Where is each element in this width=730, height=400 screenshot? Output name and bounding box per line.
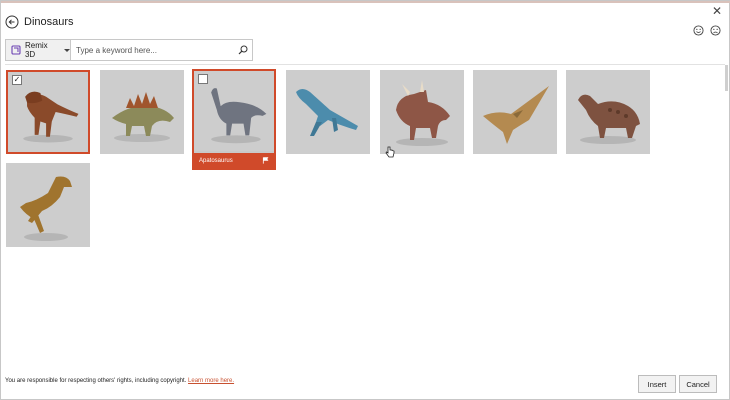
result-tile-tyrannosaurus[interactable]: ✓ xyxy=(6,70,90,154)
scrollbar[interactable] xyxy=(725,65,728,91)
source-dropdown[interactable]: Remix 3D xyxy=(6,40,71,60)
result-tile-ankylosaurus[interactable] xyxy=(566,70,650,154)
cancel-button[interactable]: Cancel xyxy=(679,375,717,393)
learn-more-link[interactable]: Learn more here. xyxy=(188,378,234,384)
dialog-header: Dinosaurs xyxy=(5,13,74,31)
chevron-down-icon xyxy=(64,48,70,52)
search-icon xyxy=(238,45,248,55)
dialog-top-border xyxy=(1,1,730,3)
flag-icon[interactable] xyxy=(262,157,269,164)
result-tile-apatosaurus[interactable]: Apatosaurus xyxy=(192,69,276,170)
result-tile-plesiosaur[interactable] xyxy=(286,70,370,154)
tile-caption: Apatosaurus xyxy=(194,153,274,168)
tile-checkbox[interactable]: ✓ xyxy=(12,75,22,85)
dinosaur-thumbnail xyxy=(473,70,557,154)
tile-title: Apatosaurus xyxy=(199,157,233,164)
dinosaur-thumbnail xyxy=(566,70,650,154)
smile-icon[interactable] xyxy=(693,25,704,36)
divider xyxy=(5,64,725,65)
mouse-cursor xyxy=(385,146,395,158)
copyright-notice: You are responsible for respecting other… xyxy=(5,378,234,384)
dinosaur-thumbnail xyxy=(286,70,370,154)
source-label: Remix 3D xyxy=(24,41,48,59)
search-bar: Remix 3D xyxy=(5,39,253,61)
result-tile-pterodactyl[interactable] xyxy=(473,70,557,154)
result-tile-stegosaurus[interactable] xyxy=(100,70,184,154)
back-arrow-icon[interactable] xyxy=(5,15,19,29)
insert-3d-models-dialog: ✕ Dinosaurs Remix 3D Type a keyword here… xyxy=(0,0,730,400)
search-input[interactable] xyxy=(71,40,234,60)
search-button[interactable] xyxy=(234,40,252,60)
notice-text: You are responsible for respecting other… xyxy=(5,378,187,384)
page-title: Dinosaurs xyxy=(24,16,74,28)
feedback-buttons xyxy=(693,25,721,36)
frown-icon[interactable] xyxy=(710,25,721,36)
remix3d-icon xyxy=(11,45,21,55)
result-tile-velociraptor[interactable] xyxy=(6,163,90,247)
dinosaur-thumbnail xyxy=(100,70,184,154)
tile-checkbox[interactable] xyxy=(198,74,208,84)
insert-button[interactable]: Insert xyxy=(638,375,676,393)
dinosaur-thumbnail xyxy=(6,163,90,247)
result-tile-triceratops[interactable] xyxy=(380,70,464,154)
dinosaur-thumbnail xyxy=(380,70,464,154)
close-icon[interactable]: ✕ xyxy=(711,5,723,17)
